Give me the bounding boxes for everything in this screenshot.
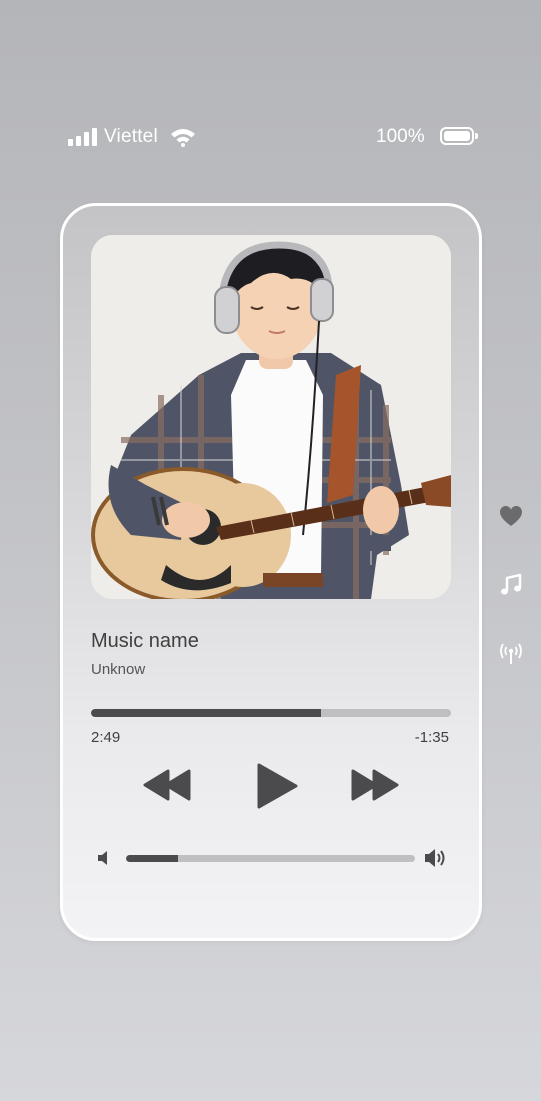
progress-fill [91,709,322,717]
song-title: Music name [91,630,199,652]
album-art [91,235,451,599]
playback-progress-slider[interactable] [91,709,451,717]
carrier-name: Viettel [104,126,158,147]
volume-high-icon[interactable] [424,848,448,868]
music-player-card: Music name Unknow 2:49 -1:35 [60,203,482,941]
rewind-icon [143,769,191,801]
broadcast-button[interactable] [498,641,524,667]
heart-icon [500,506,522,526]
battery-percentage: 100% [376,126,425,147]
rewind-button[interactable] [142,768,192,802]
play-icon [257,763,298,809]
music-library-button[interactable] [498,572,524,598]
volume-slider[interactable] [126,855,415,862]
like-button[interactable] [498,503,524,529]
fast-forward-icon [351,769,399,801]
artist-name: Unknow [91,661,146,678]
time-remaining: -1:35 [414,729,449,746]
time-elapsed: 2:49 [91,729,121,746]
volume-fill [126,855,179,862]
play-button[interactable] [255,762,299,810]
wifi-icon [171,129,195,147]
music-note-icon [501,573,522,595]
volume-low-icon[interactable] [97,850,111,866]
broadcast-icon [500,643,522,664]
status-bar: Viettel 100% [0,120,541,154]
battery-icon [440,127,478,145]
signal-icon [68,128,98,146]
fast-forward-button[interactable] [350,768,400,802]
